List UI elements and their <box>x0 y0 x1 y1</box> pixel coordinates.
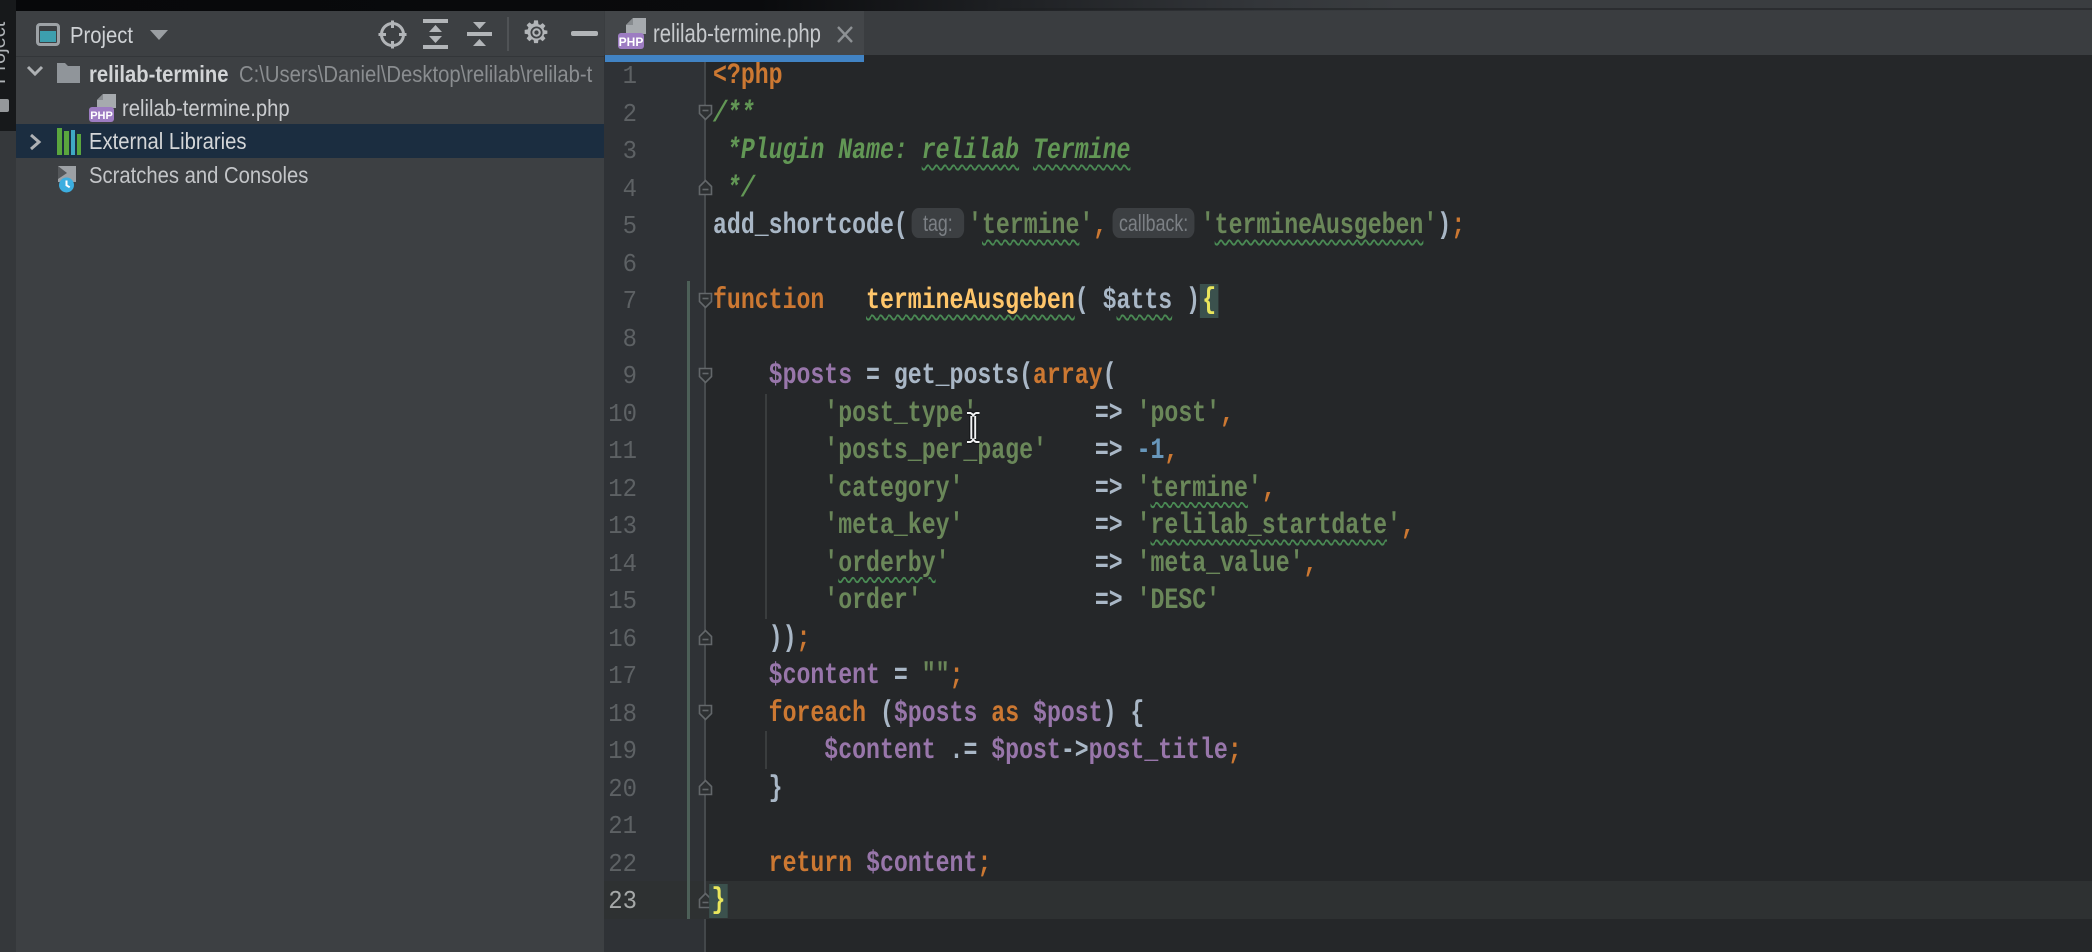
svg-text:PHP: PHP <box>90 110 113 122</box>
svg-text:PHP: PHP <box>619 35 644 49</box>
